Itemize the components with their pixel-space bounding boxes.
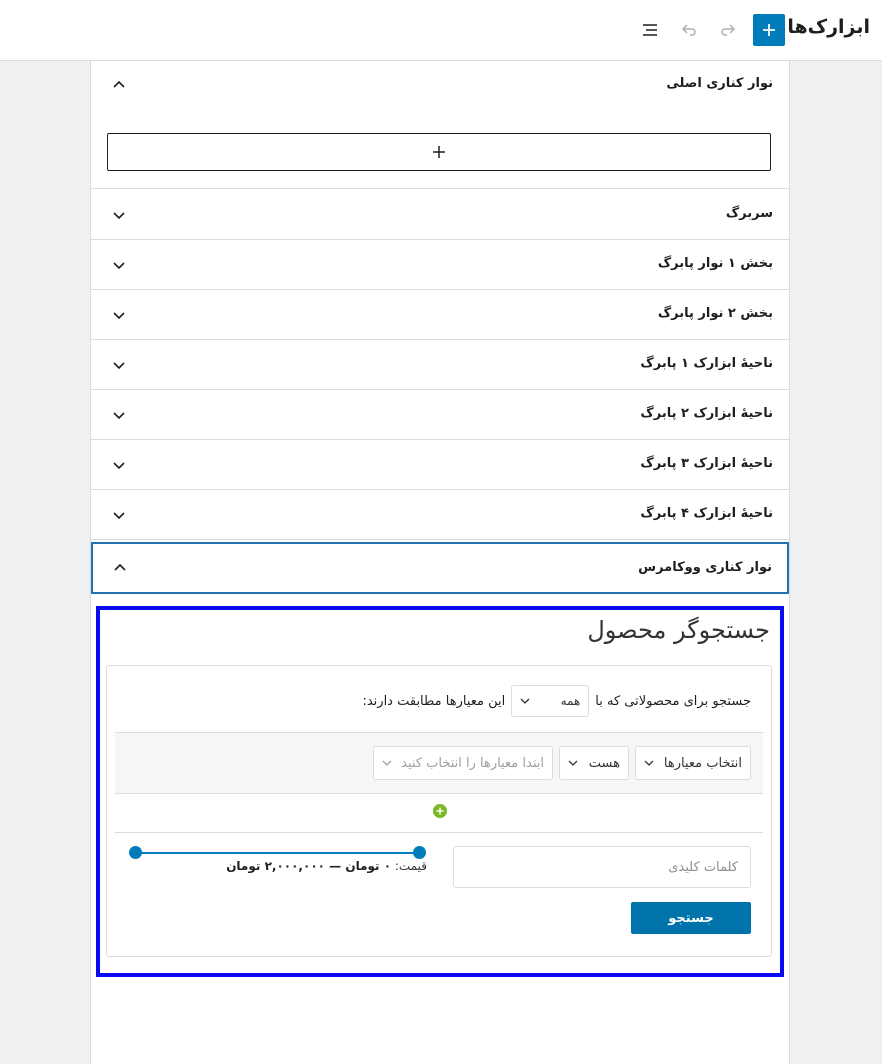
query-suffix: این معیارها مطابقت دارند: <box>362 693 506 709</box>
search-button[interactable]: جستجو <box>631 902 751 934</box>
price-range-value: ۰ تومان — ۲,۰۰۰,۰۰۰ تومان <box>226 859 392 873</box>
section-header[interactable]: سربرگ <box>91 191 789 240</box>
chevron-down-icon <box>644 760 654 766</box>
list-view-button[interactable] <box>638 18 662 42</box>
chevron-down-icon[interactable] <box>111 407 127 423</box>
section-footer-widget-3[interactable]: ناحیهٔ ابزارک ۳ پابرگ <box>91 441 789 490</box>
price-slider-track <box>135 852 419 854</box>
add-block-button[interactable] <box>753 14 785 46</box>
chevron-down-icon[interactable] <box>111 507 127 523</box>
chevron-up-icon[interactable] <box>111 77 127 93</box>
criteria-field-select[interactable]: انتخاب معیارها <box>635 746 751 780</box>
chevron-up-icon[interactable] <box>112 560 128 576</box>
chevron-down-icon[interactable] <box>111 457 127 473</box>
divider <box>115 832 763 833</box>
section-footer-widget-1[interactable]: ناحیهٔ ابزارک ۱ پابرگ <box>91 341 789 390</box>
match-select-value: همه <box>560 694 581 708</box>
page-title: ابزارک‌ها <box>787 16 870 38</box>
chevron-down-icon <box>382 760 392 766</box>
price-min-handle[interactable] <box>129 846 142 859</box>
section-footer-widget-4[interactable]: ناحیهٔ ابزارک ۴ پابرگ <box>91 491 789 540</box>
match-select[interactable]: همه <box>511 685 590 717</box>
criteria-operator-select[interactable]: هست <box>559 746 629 780</box>
product-search-widget[interactable]: جستجوگر محصول جستجو برای محصولاتی که با … <box>96 606 784 977</box>
undo-icon <box>681 24 696 36</box>
widget-title: جستجوگر محصول <box>587 616 770 644</box>
list-view-icon <box>643 24 657 36</box>
price-label: قیمت: <box>394 859 427 873</box>
criteria-operator-value: هست <box>588 755 620 771</box>
section-label: سربرگ <box>725 206 773 221</box>
section-label: نوار کناری ووکامرس <box>638 560 772 575</box>
section-footer-1[interactable]: بخش ۱ نوار پابرگ <box>91 241 789 290</box>
price-max-handle[interactable] <box>413 846 426 859</box>
section-label: ناحیهٔ ابزارک ۳ پابرگ <box>640 456 773 471</box>
criteria-value-placeholder: ابتدا معیارها را انتخاب کنید <box>401 755 544 771</box>
criteria-field-value: انتخاب معیارها <box>663 755 742 771</box>
section-label: ناحیهٔ ابزارک ۴ پابرگ <box>640 506 773 521</box>
section-label: بخش ۱ نوار پابرگ <box>657 256 773 271</box>
section-main-sidebar[interactable]: نوار کناری اصلی <box>91 61 789 189</box>
criteria-row: انتخاب معیارها هست ابتدا معیارها را انتخ… <box>115 732 763 794</box>
redo-icon <box>721 24 736 36</box>
undo-button[interactable] <box>677 18 701 42</box>
keywords-placeholder: کلمات کلیدی <box>668 859 738 875</box>
chevron-down-icon[interactable] <box>111 307 127 323</box>
plus-icon <box>436 807 444 815</box>
criteria-value-select[interactable]: ابتدا معیارها را انتخاب کنید <box>373 746 553 780</box>
section-label: نوار کناری اصلی <box>666 76 773 91</box>
plus-icon <box>433 146 445 158</box>
plus-icon <box>763 24 775 36</box>
section-woocommerce-sidebar[interactable]: نوار کناری ووکامرس <box>91 542 789 594</box>
chevron-down-icon[interactable] <box>111 257 127 273</box>
section-label: بخش ۲ نوار پابرگ <box>657 306 773 321</box>
query-prefix: جستجو برای محصولاتی که با <box>595 693 751 709</box>
chevron-down-icon[interactable] <box>111 207 127 223</box>
top-toolbar: ابزارک‌ها <box>0 0 882 61</box>
product-search-form: جستجو برای محصولاتی که با همه این معیاره… <box>106 665 772 957</box>
chevron-down-icon <box>520 698 530 704</box>
match-row: جستجو برای محصولاتی که با همه این معیاره… <box>362 684 751 718</box>
section-label: ناحیهٔ ابزارک ۲ پابرگ <box>640 406 773 421</box>
chevron-down-icon <box>568 760 578 766</box>
keywords-input[interactable]: کلمات کلیدی <box>453 846 751 888</box>
redo-button[interactable] <box>716 18 740 42</box>
section-footer-widget-2[interactable]: ناحیهٔ ابزارک ۲ پابرگ <box>91 391 789 440</box>
add-criteria-button[interactable] <box>433 804 447 818</box>
add-block-inserter[interactable] <box>107 133 771 171</box>
price-readout: قیمت: ۰ تومان — ۲,۰۰۰,۰۰۰ تومان <box>226 859 427 873</box>
section-label: ناحیهٔ ابزارک ۱ پابرگ <box>640 356 773 371</box>
section-footer-2[interactable]: بخش ۲ نوار پابرگ <box>91 291 789 340</box>
chevron-down-icon[interactable] <box>111 357 127 373</box>
